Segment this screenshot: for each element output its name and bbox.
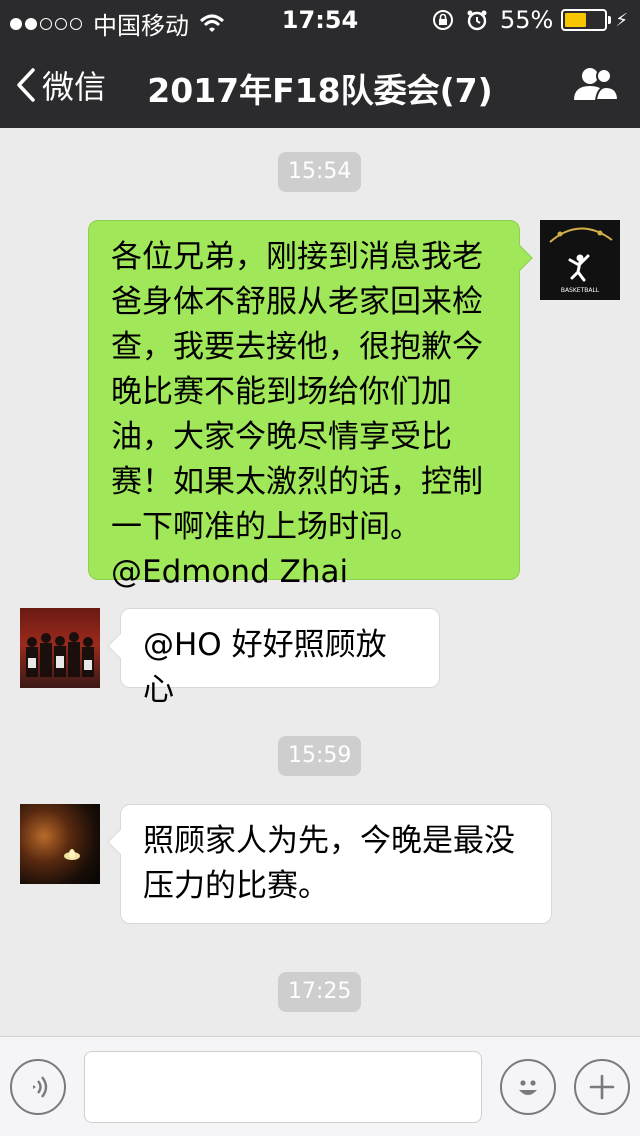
bubble-tail [507,245,533,271]
charging-icon: ⚡ [615,9,628,31]
rotation-lock-icon [433,10,454,30]
voice-button[interactable] [10,1059,66,1115]
plus-icon [589,1074,615,1100]
more-button[interactable] [574,1059,630,1115]
incoming-message[interactable]: 照顾家人为先，今晚是最没压力的比赛。 [107,804,552,924]
header: 中国移动 17:54 55% ⚡ 微信 2017年F18队委会(7) [0,0,640,128]
status-bar: 中国移动 17:54 55% ⚡ [0,0,640,40]
avatar-brand-text: BASKETBALL [561,287,600,294]
team-photo-icon [26,632,94,677]
outgoing-message[interactable]: 各位兄弟，刚接到消息我老爸身体不舒服从老家回来检查，我要去接他，很抱歉今晚比赛不… [88,220,533,590]
battery-percent: 55% [500,6,554,34]
battery-fill [565,13,587,27]
timestamp-pill: 17:25 [278,972,362,1012]
message-text: 照顾家人为先，今晚是最没压力的比赛。 [143,823,515,904]
bubble-tail [107,829,133,855]
timestamp-pill: 15:59 [278,736,362,776]
candle-photo-icon [64,849,80,860]
chat-title: 2017年F18队委会(7) [147,71,493,110]
nav-bar: 微信 2017年F18队委会(7) [0,40,640,128]
input-bar [0,1036,640,1136]
chevron-left-icon [17,68,35,102]
back-button[interactable]: 微信 [16,62,106,108]
message-input[interactable] [84,1051,482,1123]
jordan-logo-icon: BASKETBALL [549,227,613,294]
timestamp-pill: 15:54 [278,152,362,192]
status-bar-right: 55% ⚡ [432,6,628,34]
message-text: @HO 好好照顾放心 [143,627,387,708]
bubble-tail [107,633,133,659]
emoji-icon [519,1080,537,1095]
battery-icon [561,9,612,31]
back-label: 微信 [42,68,107,106]
message-text: 各位兄弟，刚接到消息我老爸身体不舒服从老家回来检查，我要去接他，很抱歉今晚比赛不… [111,239,483,590]
sender-avatar[interactable] [20,608,100,688]
emoji-button[interactable] [500,1059,556,1115]
voice-icon [33,1076,48,1098]
alarm-icon [467,10,487,31]
my-avatar[interactable]: BASKETBALL [540,220,620,300]
incoming-message[interactable]: @HO 好好照顾放心 [107,608,440,708]
sender-avatar[interactable] [20,804,100,884]
group-members-icon[interactable] [572,66,620,102]
